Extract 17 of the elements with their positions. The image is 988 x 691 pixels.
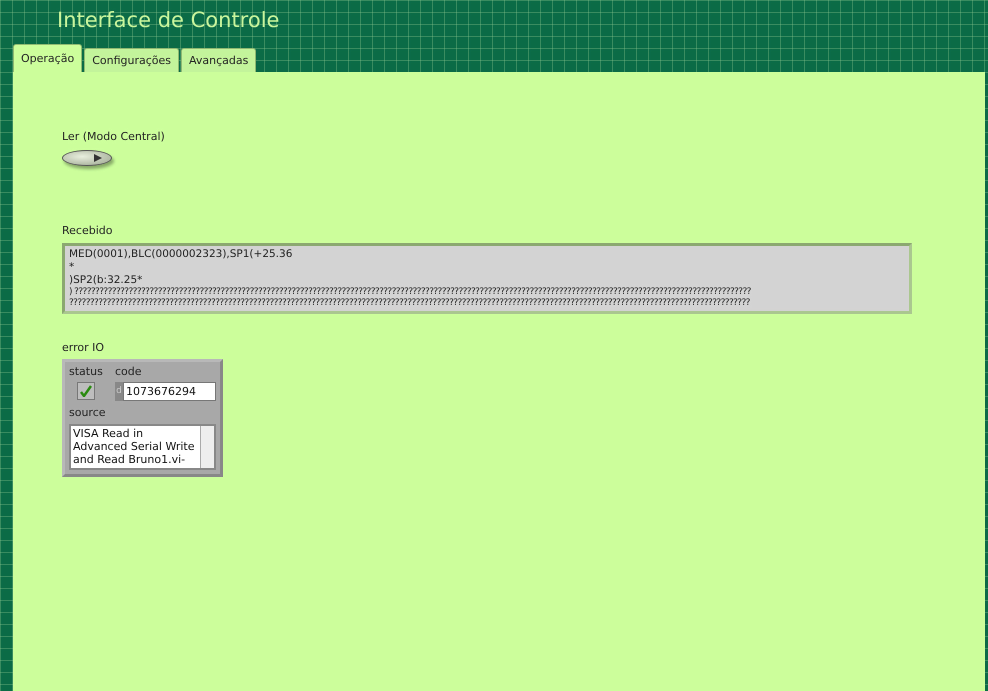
check-icon bbox=[80, 385, 92, 397]
scrollbar[interactable] bbox=[200, 426, 214, 468]
triangle-icon bbox=[93, 152, 103, 162]
source-label: source bbox=[69, 405, 107, 421]
tab[interactable]: Configurações bbox=[84, 48, 180, 72]
status-label: status bbox=[69, 364, 104, 380]
cluster-label: error IO bbox=[62, 340, 106, 356]
status-checkbox[interactable] bbox=[77, 382, 95, 400]
received-text-field[interactable]: MED(0001),BLC(0000002323),SP1(+25.36 * )SP2(b:32.25* ) ?????????????????????????????????????????????????????????????????????????????????????????????????????????????????????????????????????????????????????????????????? ??????????????????????????????????????????????????????????????????????????????????????????????????????????????????????????????????????????????????????????????????? bbox=[62, 243, 912, 314]
tab[interactable]: Avançadas bbox=[181, 48, 256, 72]
button-label: Ler (Modo Central) bbox=[62, 129, 166, 145]
tab[interactable]: Operação bbox=[13, 44, 82, 72]
code-label: code bbox=[115, 364, 143, 380]
source-field[interactable]: VISA Read in Advanced Serial Write and Read Bruno1.vi- bbox=[69, 424, 216, 470]
field-label: Recebido bbox=[62, 222, 114, 238]
read-button[interactable] bbox=[62, 150, 112, 166]
window-title: Interface de Controle bbox=[56, 7, 280, 34]
